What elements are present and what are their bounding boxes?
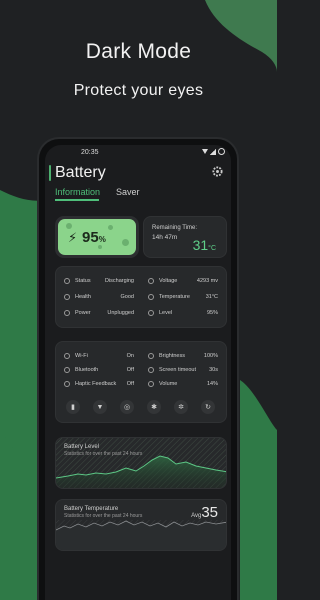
qs-value-wifi: On xyxy=(126,353,134,359)
tab-saver[interactable]: Saver xyxy=(116,187,140,197)
status-time: 20:35 xyxy=(81,149,99,156)
sd-card-icon[interactable]: ▮ xyxy=(66,400,80,414)
brightness-icon xyxy=(148,353,154,359)
timer-icon xyxy=(148,367,154,373)
signal-icon xyxy=(210,148,216,155)
qs-row-brightness: Brightness xyxy=(148,353,185,359)
info-row-health: Health xyxy=(64,294,91,300)
info-row-status: Status xyxy=(64,278,91,284)
status-icons xyxy=(202,148,225,155)
battery-percent: 95% xyxy=(82,229,106,246)
battery-level-chart-subtitle: Statistics for over the past 24 hours xyxy=(64,451,143,457)
active-tab-indicator xyxy=(55,199,99,201)
promo-subtitle: Protect your eyes xyxy=(73,82,204,99)
qs-value-bluetooth: Off xyxy=(126,367,134,373)
info-row-power: Power xyxy=(64,310,91,316)
qs-value-volume: 14% xyxy=(206,381,218,387)
phone-screen: 20:35 Battery Information Saver ⚡ 95% Re… xyxy=(45,145,231,600)
tab-bar: Information Saver xyxy=(45,183,231,203)
info-value-status: Discharging xyxy=(104,278,134,284)
bubble-decoration xyxy=(108,225,113,230)
voltage-icon xyxy=(148,278,154,284)
info-value-temperature: 31°C xyxy=(205,294,218,300)
qs-row-bluetooth: Bluetooth xyxy=(64,367,98,373)
battery-status-icon xyxy=(218,148,225,155)
battery-level-chart-card[interactable]: Battery Level Statistics for over the pa… xyxy=(55,437,227,489)
bluetooth-icon xyxy=(64,367,70,373)
title-accent-bar xyxy=(49,165,51,181)
battery-temperature-chart-subtitle: Statistics for over the past 24 hours xyxy=(64,513,143,519)
battery-temperature-chart-card[interactable]: Battery Temperature Statistics for over … xyxy=(55,499,227,551)
wifi-status-icon xyxy=(202,149,208,154)
promo-title: Dark Mode xyxy=(85,40,192,63)
qs-row-wifi: Wi-Fi xyxy=(64,353,88,359)
bubble-decoration xyxy=(122,239,129,246)
info-value-health: Good xyxy=(120,294,134,300)
gear-icon[interactable]: ✲ xyxy=(174,400,188,414)
info-value-level: 95% xyxy=(206,310,218,316)
qs-value-brightness: 100% xyxy=(203,353,218,359)
remaining-time-card: Remaining Time: 14h 47m 31°C xyxy=(143,216,227,258)
level-icon xyxy=(148,310,154,316)
thermometer-icon xyxy=(148,294,154,300)
battery-fill: ⚡ 95% xyxy=(58,219,136,255)
info-value-power: Unplugged xyxy=(107,310,134,316)
charging-bolt-icon: ⚡ xyxy=(68,230,78,245)
battery-level-widget: ⚡ 95% xyxy=(55,216,139,258)
status-bar: 20:35 xyxy=(45,145,231,161)
battery-info-card: Status Discharging Health Good Power Unp… xyxy=(55,266,227,328)
info-value-voltage: 4293 mv xyxy=(196,278,218,284)
wifi-icon xyxy=(64,353,70,359)
rotate-icon[interactable]: ↻ xyxy=(201,400,215,414)
bubble-decoration xyxy=(66,223,72,229)
qs-row-screen-timeout: Screen timeout xyxy=(148,367,196,373)
app-bar: Battery xyxy=(45,161,231,183)
battery-temperature-chart-title: Battery Temperature xyxy=(64,506,119,512)
info-row-voltage: Voltage xyxy=(148,278,177,284)
volume-icon xyxy=(148,381,154,387)
average-temperature: Avg35 xyxy=(191,504,218,521)
quick-settings-card: Wi-Fi On Bluetooth Off Haptic Feedback O… xyxy=(55,341,227,423)
status-icon xyxy=(64,278,70,284)
health-icon xyxy=(64,294,70,300)
qs-value-screen-timeout: 30s xyxy=(209,367,218,373)
battery-temperature: 31°C xyxy=(192,237,216,253)
qs-row-haptic: Haptic Feedback xyxy=(64,381,116,387)
remaining-time-value: 14h 47m xyxy=(152,234,178,241)
battery-level-chart-title: Battery Level xyxy=(64,444,100,450)
info-row-temperature: Temperature xyxy=(148,294,190,300)
qs-value-haptic: Off xyxy=(126,381,134,387)
vibration-icon xyxy=(64,381,70,387)
settings-gear-icon[interactable] xyxy=(212,166,223,177)
wifi-toggle-icon[interactable]: ▼ xyxy=(93,400,107,414)
tab-information[interactable]: Information xyxy=(55,187,100,197)
phone-frame: 20:35 Battery Information Saver ⚡ 95% Re… xyxy=(37,137,239,600)
remaining-time-label: Remaining Time: xyxy=(152,225,198,231)
hotspot-icon[interactable]: ◎ xyxy=(120,400,134,414)
bluetooth-toggle-icon[interactable]: ✱ xyxy=(147,400,161,414)
info-row-level: Level xyxy=(148,310,172,316)
qs-row-volume: Volume xyxy=(148,381,177,387)
app-title: Battery xyxy=(55,164,106,181)
power-icon xyxy=(64,310,70,316)
